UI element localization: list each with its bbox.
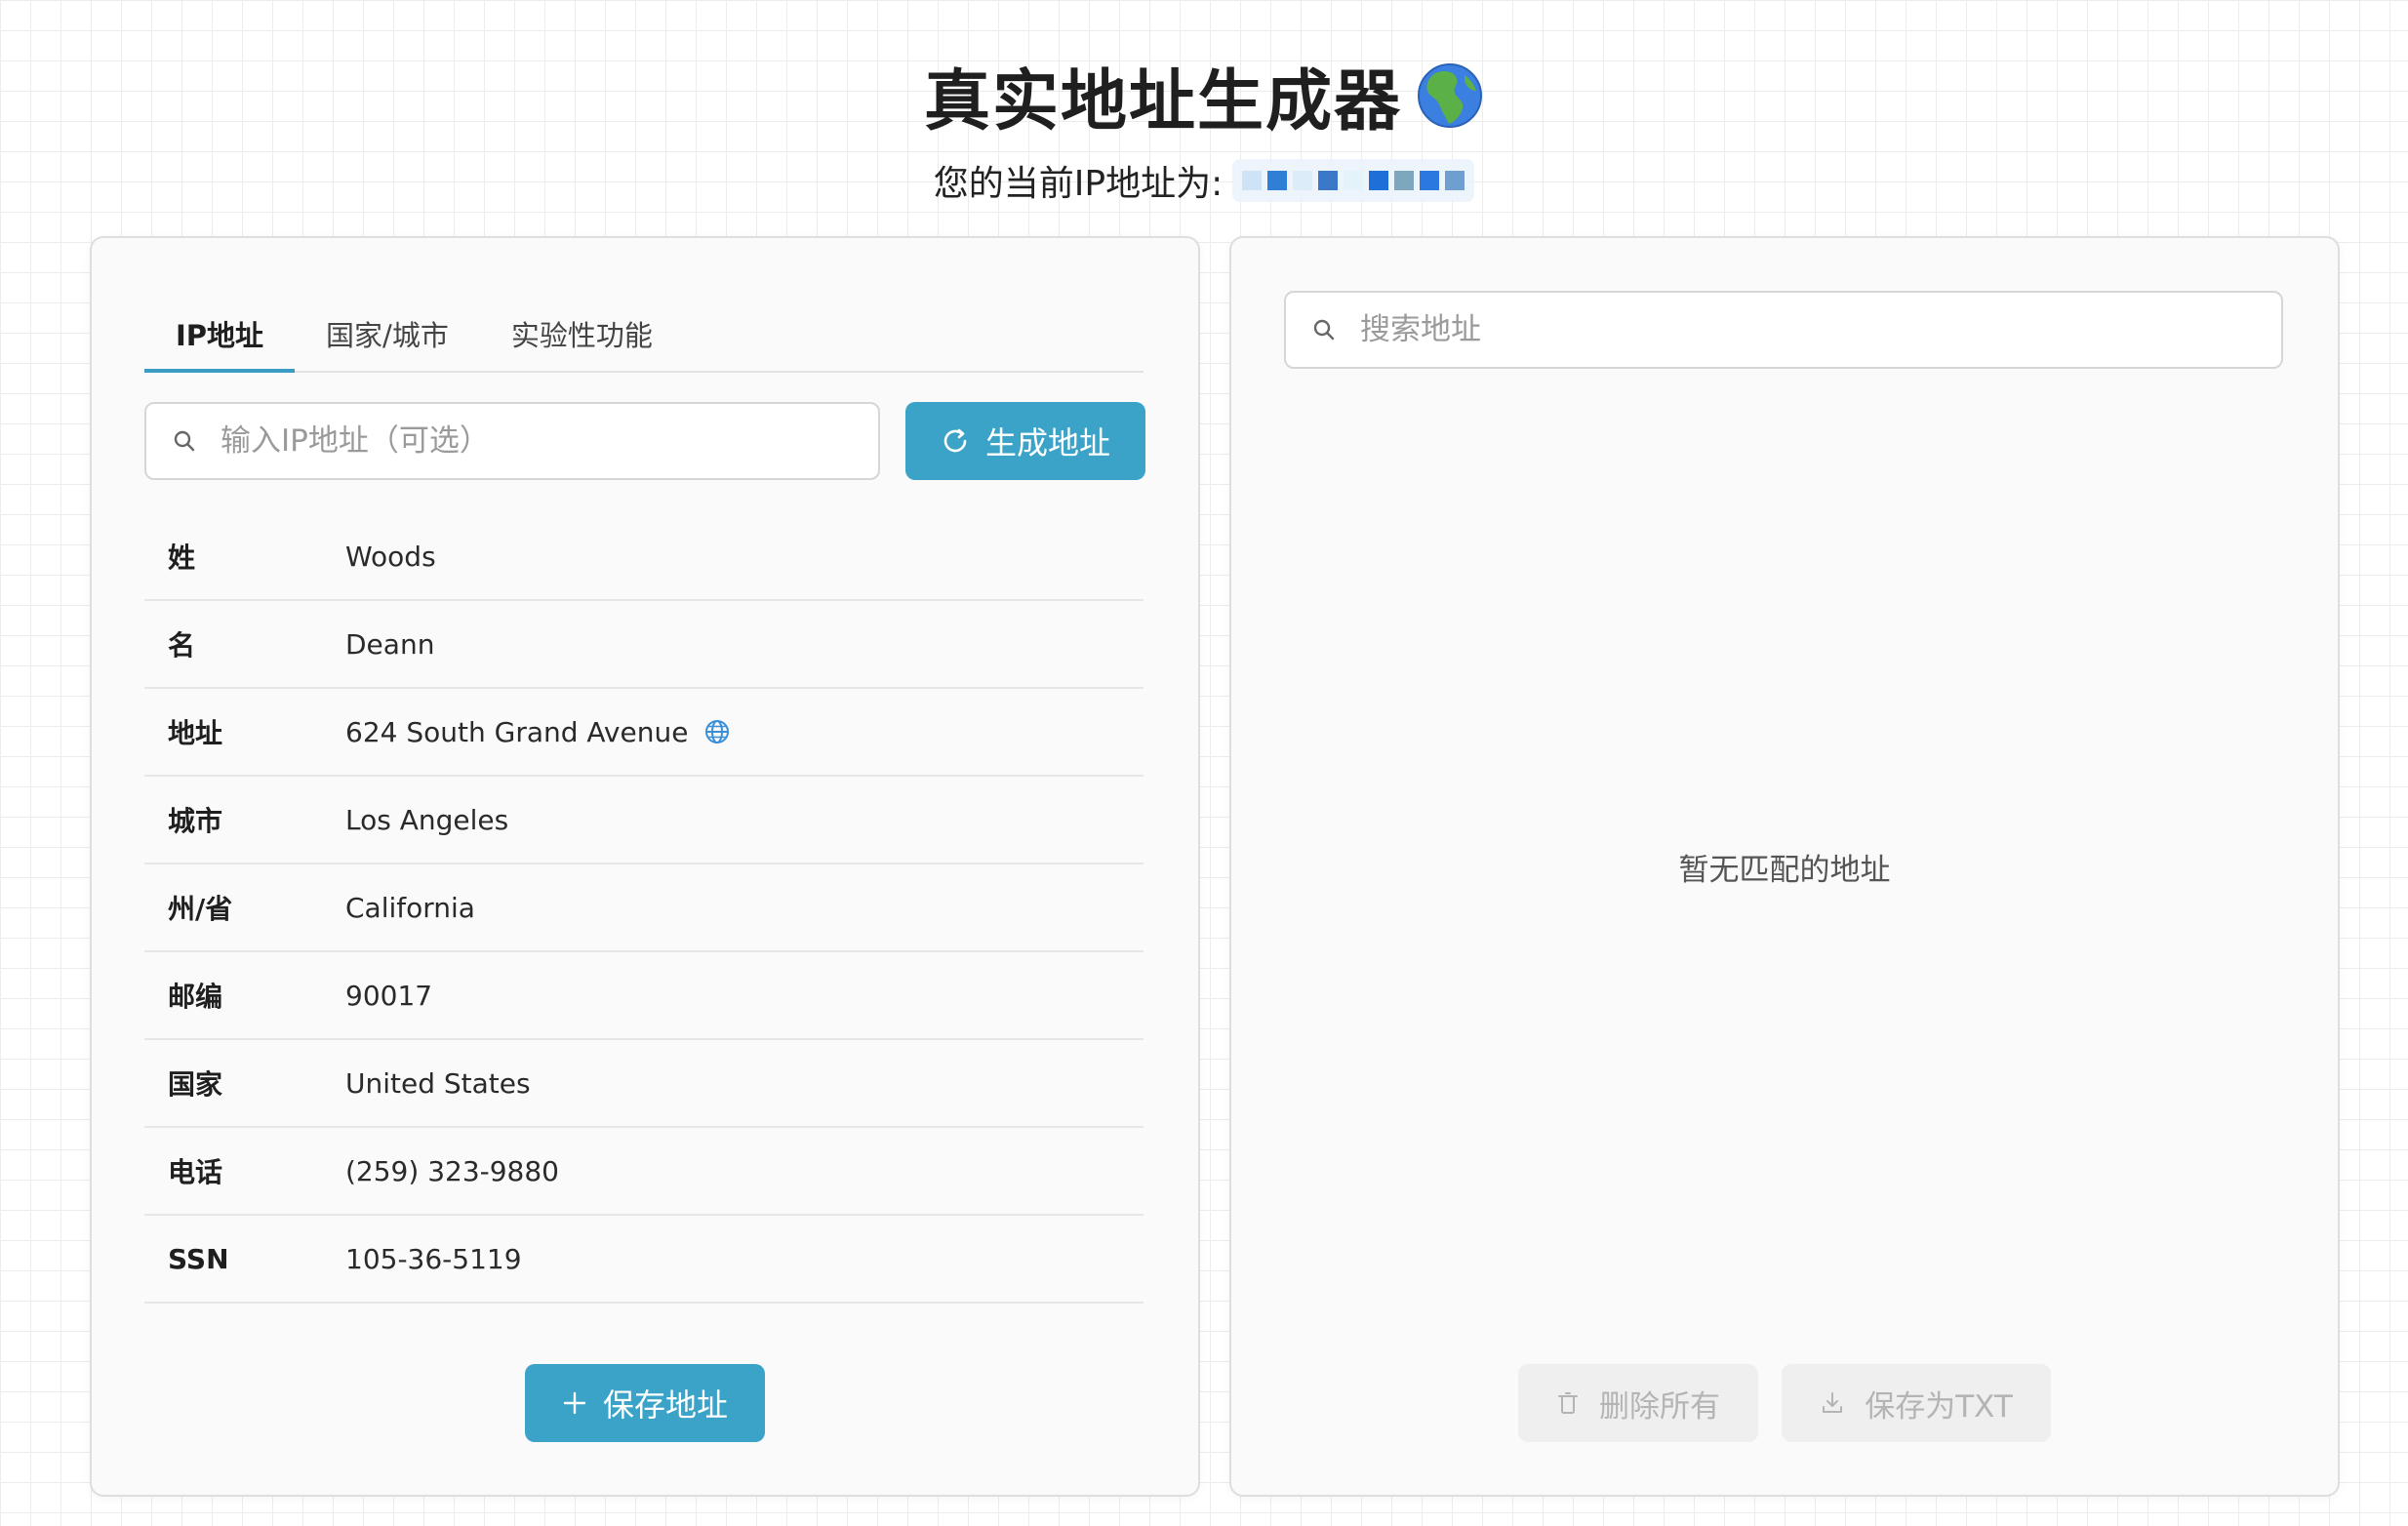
country-value: United States (345, 1066, 531, 1100)
generate-address-label: 生成地址 (984, 424, 1110, 462)
detail-row-country: 国家 United States (144, 1040, 1144, 1128)
refresh-icon (943, 428, 967, 453)
detail-row-zip: 邮编 90017 (144, 952, 1144, 1040)
trash-icon (1558, 1392, 1578, 1414)
generate-address-button[interactable]: 生成地址 (905, 402, 1145, 480)
ssn-value: 105-36-5119 (345, 1242, 522, 1275)
detail-label: 国家 (168, 1068, 223, 1101)
saved-addresses-panel: 暂无匹配的地址 删除所有 保存为TXT (1229, 236, 2340, 1497)
detail-label: 邮编 (168, 981, 223, 1013)
mode-tabs: IP地址 国家/城市 实验性功能 (144, 308, 1144, 373)
search-icon (1313, 319, 1335, 341)
detail-label: 州/省 (168, 893, 233, 925)
search-icon (174, 430, 195, 452)
detail-row-address: 地址 624 South Grand Avenue (144, 689, 1144, 777)
detail-value: 624 South Grand Avenue (345, 716, 731, 748)
tab-country-city[interactable]: 国家/城市 (295, 308, 480, 371)
zip-value: 90017 (345, 979, 433, 1012)
tab-ip-address[interactable]: IP地址 (144, 308, 296, 373)
current-ip-row: 您的当前IP地址为: (933, 155, 1475, 206)
detail-label: 姓 (168, 542, 196, 574)
city-value: Los Angeles (345, 803, 509, 836)
ip-label: 您的当前IP地址为: (933, 164, 1224, 204)
save-as-txt-button[interactable]: 保存为TXT (1782, 1364, 2051, 1442)
search-address-input[interactable] (1358, 311, 2158, 348)
phone-value: (259) 323-9880 (345, 1154, 559, 1187)
detail-label: 地址 (168, 717, 223, 749)
detail-value: California (345, 892, 475, 924)
download-icon (1823, 1392, 1843, 1413)
detail-label: 名 (168, 629, 196, 662)
detail-label: 电话 (168, 1156, 223, 1188)
save-as-txt-label: 保存为TXT (1865, 1388, 2013, 1425)
detail-row-first-name: 名 Deann (144, 601, 1144, 689)
title-row: 真实地址生成器 (924, 47, 1484, 143)
delete-all-button[interactable]: 删除所有 (1518, 1364, 1758, 1442)
state-value: California (345, 891, 475, 924)
tab-experimental[interactable]: 实验性功能 (480, 308, 684, 371)
detail-label: SSN (168, 1242, 229, 1275)
detail-row-ssn: SSN 105-36-5119 (144, 1216, 1144, 1304)
page-title: 真实地址生成器 (923, 63, 1402, 141)
empty-state-message: 暂无匹配的地址 (1678, 853, 1891, 888)
detail-row-last-name: 姓 Woods (144, 513, 1144, 601)
detail-value: 90017 (345, 980, 432, 1012)
delete-all-label: 删除所有 (1599, 1388, 1720, 1425)
detail-value: United States (345, 1067, 531, 1100)
detail-row-city: 城市 Los Angeles (144, 777, 1144, 864)
detail-label: 城市 (168, 805, 223, 837)
detail-value: Los Angeles (345, 804, 508, 836)
detail-row-state: 州/省 California (144, 864, 1144, 952)
search-input-wrapper (1284, 291, 2283, 369)
detail-value: Woods (345, 541, 436, 573)
address-details-table: 姓 Woods 名 Deann 地址 624 South Grand Avenu… (144, 513, 1144, 1304)
save-address-button[interactable]: 保存地址 (525, 1364, 765, 1442)
street-address-value: 624 South Grand Avenue (345, 715, 689, 748)
plus-icon (563, 1391, 586, 1415)
detail-value: 105-36-5119 (345, 1243, 522, 1275)
globe-emoji-icon (1416, 61, 1484, 130)
page-header: 真实地址生成器 您的当前IP地址为: (0, 47, 2408, 206)
ip-input[interactable] (219, 422, 808, 460)
globe-icon[interactable] (703, 718, 731, 745)
save-address-label: 保存地址 (602, 1386, 728, 1424)
first-name-value: Deann (345, 627, 435, 661)
detail-value: (259) 323-9880 (345, 1155, 559, 1187)
last-name-value: Woods (345, 540, 436, 573)
ip-input-wrapper (144, 402, 880, 480)
detail-row-phone: 电话 (259) 323-9880 (144, 1128, 1144, 1216)
generator-panel: IP地址 国家/城市 实验性功能 生成地址 姓 Woods 名 Deann 地址… (90, 236, 1200, 1497)
ip-address-redacted (1232, 159, 1475, 202)
detail-value: Deann (345, 628, 434, 661)
